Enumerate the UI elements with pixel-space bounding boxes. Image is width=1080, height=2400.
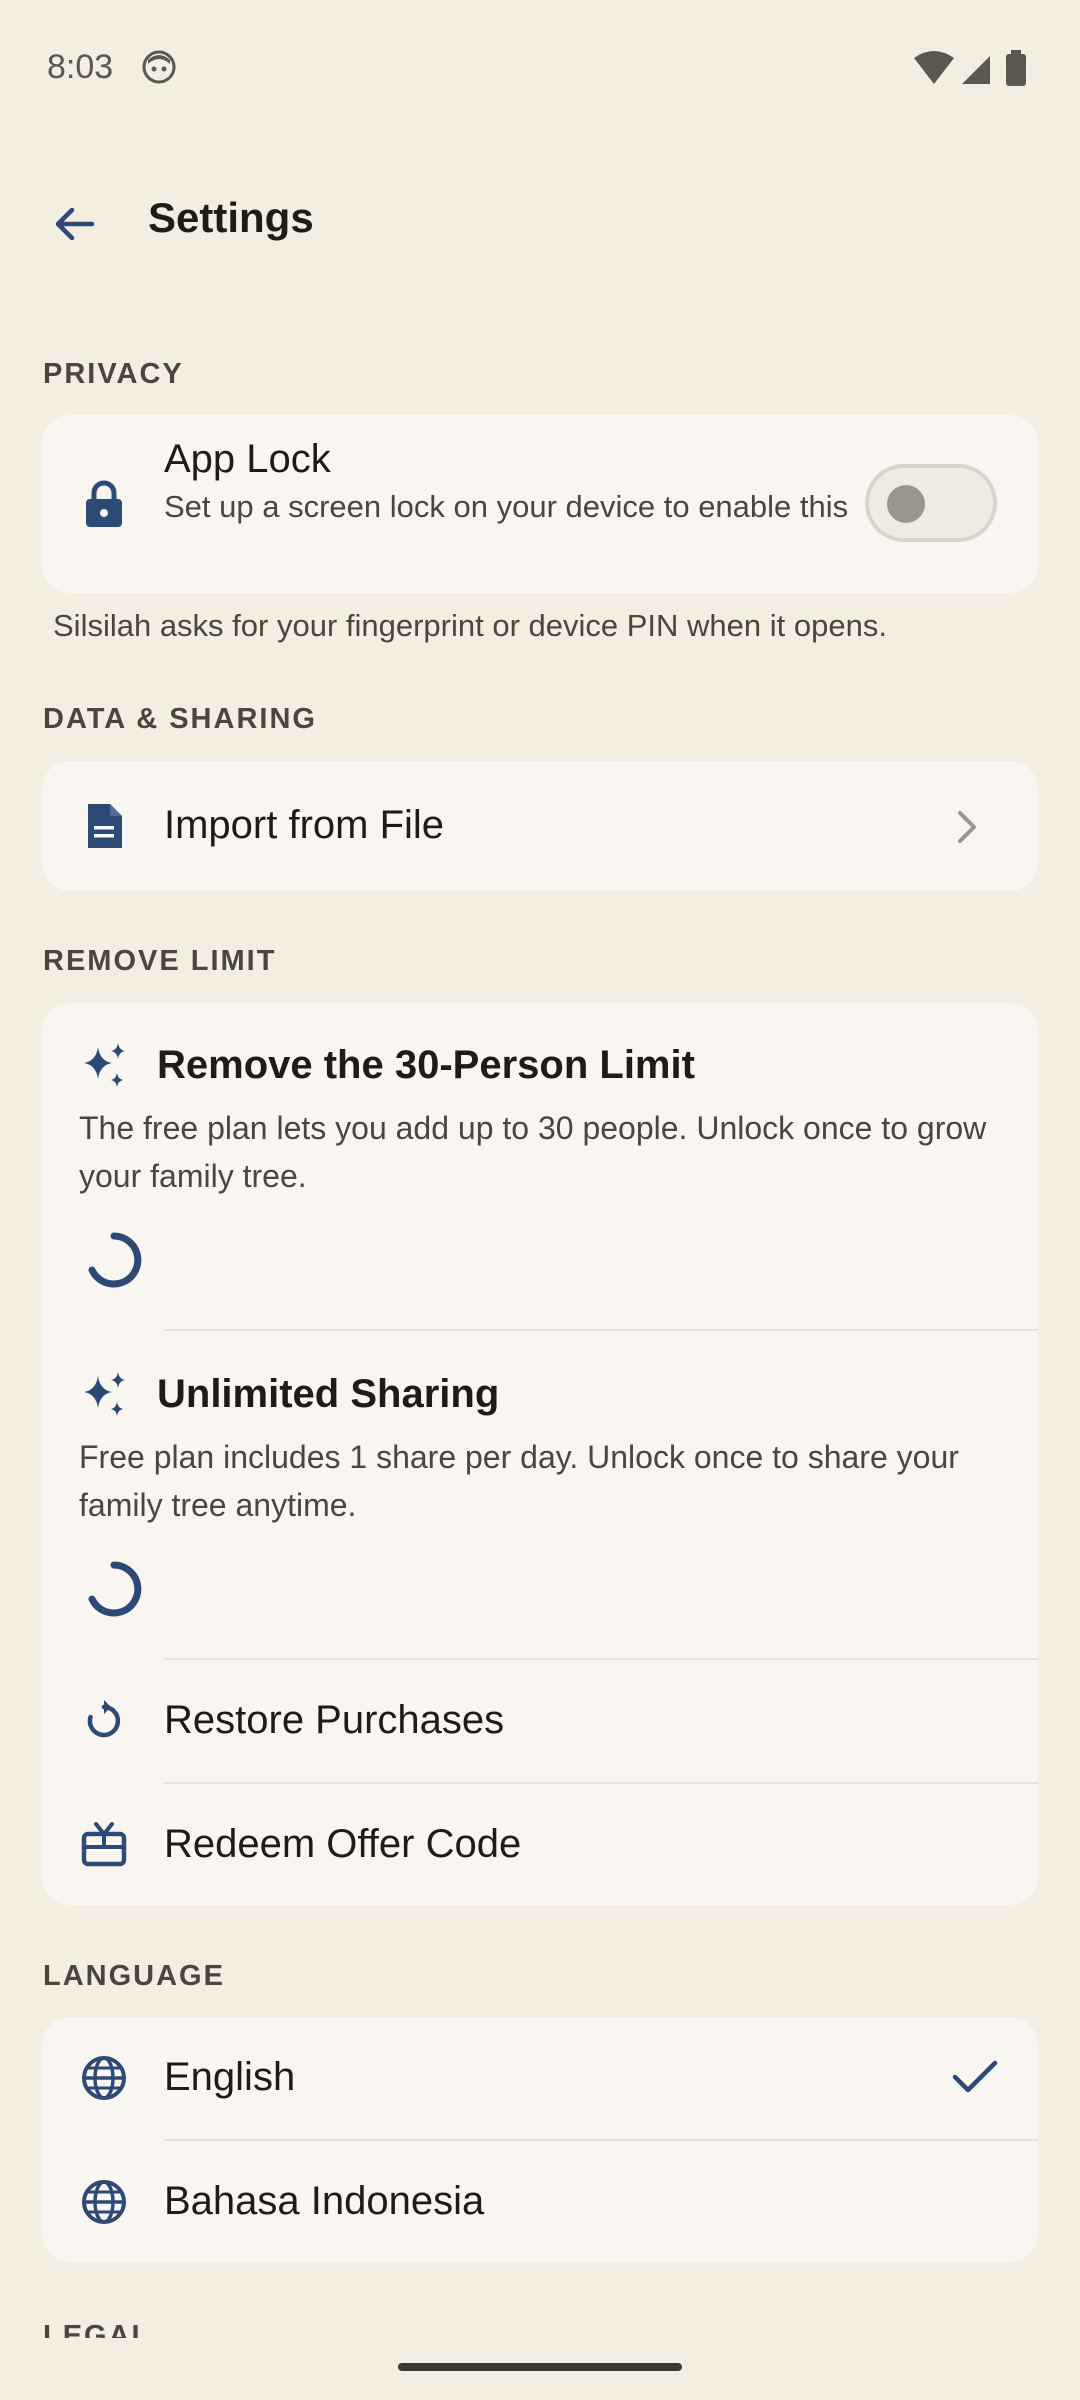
signal-icon: [962, 56, 990, 84]
status-bar: 8:03: [0, 0, 1080, 136]
globe-icon: [80, 2054, 128, 2102]
back-button[interactable]: [38, 188, 110, 260]
top-app-bar: Settings: [0, 170, 1080, 270]
sparkle-icon: [80, 1041, 128, 1089]
remove-limit-card: Remove the 30-Person Limit The free plan…: [42, 1003, 1038, 1905]
wifi-icon: [914, 51, 954, 84]
lock-icon: [80, 480, 128, 528]
divider: [164, 1329, 1038, 1331]
import-from-file-label: Import from File: [164, 803, 445, 847]
section-header-privacy: PRIVACY: [43, 358, 184, 390]
section-header-language: LANGUAGE: [43, 1960, 225, 1992]
page-title: Settings: [148, 194, 314, 241]
language-card: English Bahasa Indonesia: [42, 2017, 1038, 2262]
section-header-data-sharing: DATA & SHARING: [43, 703, 317, 735]
chevron-right-icon: [958, 811, 976, 843]
home-indicator[interactable]: [398, 2363, 682, 2371]
notification-face-icon: [142, 50, 176, 84]
language-label: English: [164, 2055, 296, 2099]
app-lock-title: App Lock: [164, 437, 331, 481]
toggle-knob: [887, 485, 925, 523]
import-from-file-row[interactable]: Import from File: [42, 761, 1038, 891]
redeem-offer-code-label: Redeem Offer Code: [164, 1822, 522, 1866]
loading-spinner: [88, 1232, 142, 1288]
unlimited-sharing-description: Free plan includes 1 share per day. Unlo…: [79, 1439, 959, 1523]
battery-icon: [1006, 54, 1026, 86]
remove-limit-title: Remove the 30-Person Limit: [157, 1043, 695, 1087]
app-lock-card[interactable]: App Lock Set up a screen lock on your de…: [42, 415, 1038, 593]
section-header-remove-limit: REMOVE LIMIT: [43, 945, 277, 977]
document-icon: [80, 802, 128, 850]
remove-limit-description: The free plan lets you add up to 30 peop…: [79, 1110, 987, 1194]
check-icon: [952, 2060, 998, 2093]
restore-purchases-row[interactable]: Restore Purchases: [42, 1660, 1038, 1782]
language-label: Bahasa Indonesia: [164, 2179, 485, 2223]
status-time: 8:03: [47, 48, 114, 86]
app-lock-subtitle: Set up a screen lock on your device to e…: [164, 489, 849, 524]
globe-icon: [80, 2178, 128, 2226]
unlimited-sharing-title: Unlimited Sharing: [157, 1372, 500, 1416]
language-option-english[interactable]: English: [42, 2017, 1038, 2139]
app-lock-helper-text: Silsilah asks for your fingerprint or de…: [53, 608, 887, 643]
loading-spinner: [88, 1561, 142, 1617]
restore-purchases-label: Restore Purchases: [164, 1698, 505, 1742]
redeem-offer-code-row[interactable]: Redeem Offer Code: [42, 1784, 1038, 1905]
status-icons: [912, 48, 1032, 88]
sparkle-icon: [80, 1370, 128, 1418]
app-lock-toggle[interactable]: [865, 464, 997, 542]
section-header-legal: LEGAL: [43, 2320, 152, 2338]
language-option-bahasa-indonesia[interactable]: Bahasa Indonesia: [42, 2141, 1038, 2262]
gift-card-icon: [80, 1820, 128, 1868]
restore-icon: [80, 1697, 128, 1745]
arrow-back-icon: [55, 207, 95, 241]
